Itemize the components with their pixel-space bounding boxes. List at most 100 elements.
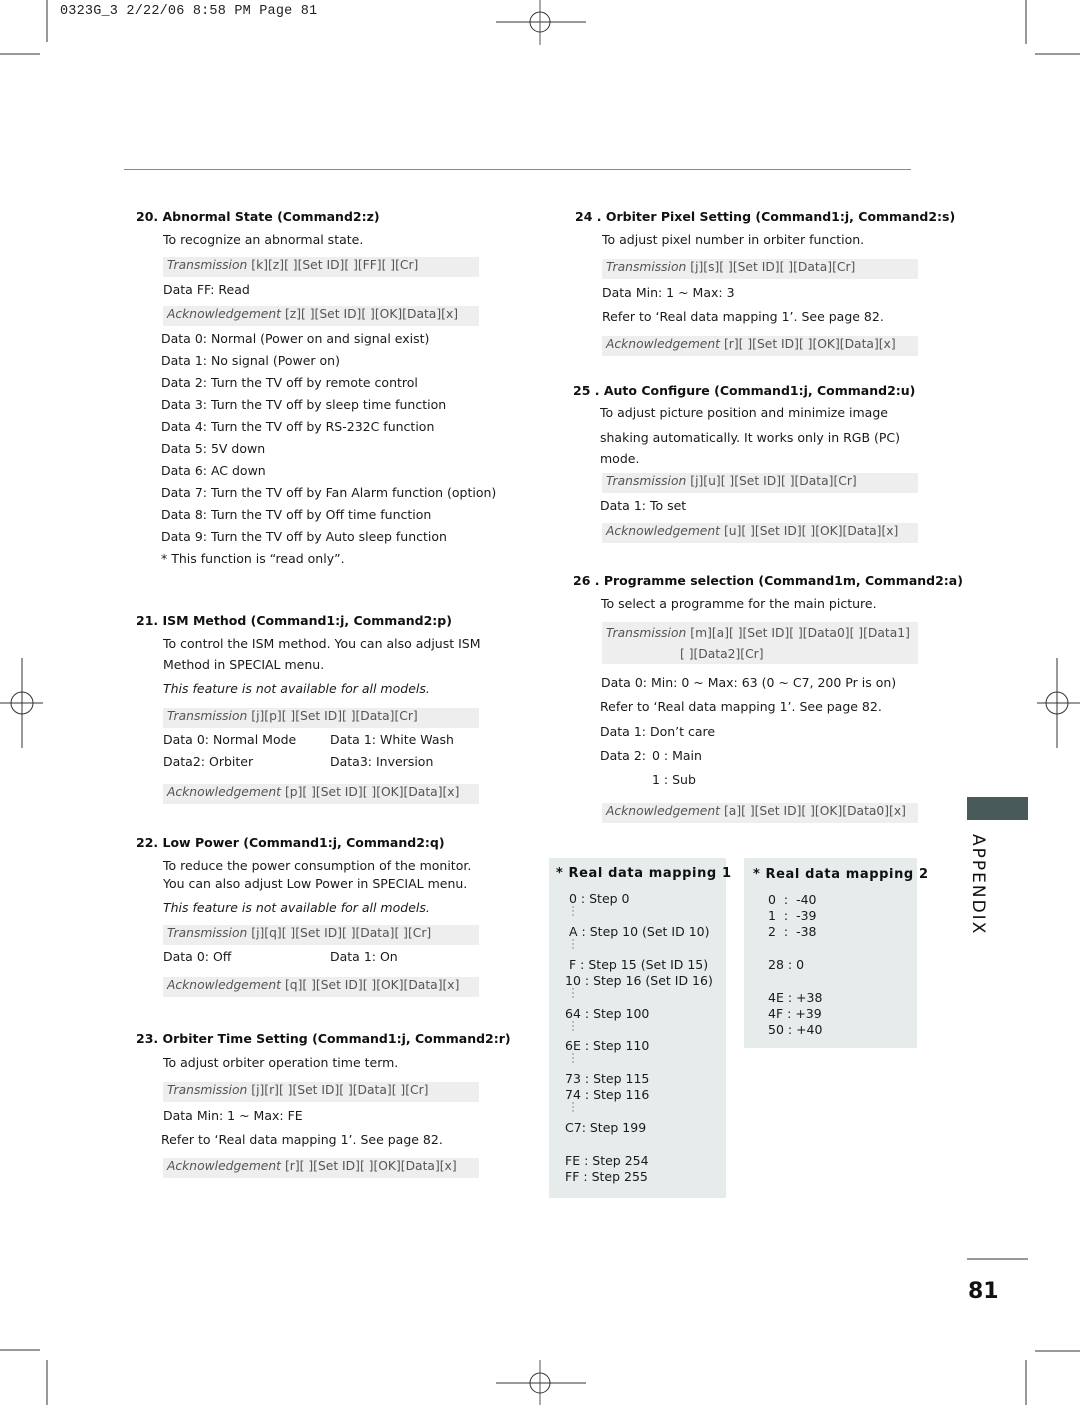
mapping-row: 0 : -40: [768, 892, 817, 907]
transmission-code: [j][r][ ][Set ID][ ][Data][ ][Cr]: [251, 1083, 429, 1097]
ellipsis-icon: · · ·: [571, 1050, 575, 1068]
acknowledgement-label: Acknowledgement: [606, 804, 720, 818]
mapping-reference: Refer to ‘Real data mapping 1’. See page…: [161, 1132, 443, 1147]
section-title-low-power: 22. Low Power (Command1:j, Command2:q): [136, 835, 445, 850]
acknowledgement-box: Acknowledgement [p][ ][Set ID][ ][OK][Dat…: [163, 784, 479, 804]
printer-slug: 0323G_3 2/22/06 8:58 PM Page 81: [60, 4, 318, 19]
mapping-row: A : Step 10 (Set ID 10): [569, 924, 710, 939]
section-description: To reduce the power consumption of the m…: [163, 858, 472, 873]
transmission-code: [j][p][ ][Set ID][ ][Data][Cr]: [251, 709, 418, 723]
data-option: 0 : Main: [652, 748, 702, 763]
section-description: shaking automatically. It works only in …: [600, 430, 901, 445]
acknowledgement-code: [u][ ][Set ID][ ][OK][Data][x]: [724, 524, 899, 538]
transmission-code: [j][s][ ][Set ID][ ][Data][Cr]: [690, 260, 856, 274]
acknowledgement-label: Acknowledgement: [606, 337, 720, 351]
data-read: Data FF: Read: [163, 282, 250, 297]
transmission-box: Transmission [j][s][ ][Set ID][ ][Data][C…: [602, 259, 918, 279]
section-description: mode.: [600, 451, 640, 466]
acknowledgement-code: [z][ ][Set ID][ ][OK][Data][x]: [285, 307, 459, 321]
acknowledgement-code: [p][ ][Set ID][ ][OK][Data][x]: [285, 785, 460, 799]
data-item: Data 1: On: [330, 949, 398, 964]
mapping-row: 50 : +40: [768, 1022, 823, 1037]
acknowledgement-code: [q][ ][Set ID][ ][OK][Data][x]: [285, 978, 460, 992]
data-range: Data Min: 1 ~ Max: 3: [602, 285, 735, 300]
section-description: To adjust picture position and minimize …: [600, 405, 888, 420]
registration-mark-icon: [496, 1360, 586, 1405]
crop-mark: [1035, 53, 1080, 55]
transmission-label: Transmission: [167, 926, 248, 940]
transmission-code: [m][a][ ][Set ID][ ][Data0][ ][Data1]: [690, 626, 910, 640]
mapping-row: FF : Step 255: [565, 1169, 648, 1184]
mapping-row: 74 : Step 116: [565, 1087, 650, 1102]
transmission-label: Transmission: [606, 260, 687, 274]
mapping-row: 10 : Step 16 (Set ID 16): [565, 973, 713, 988]
registration-mark-icon: [0, 658, 43, 748]
acknowledgement-code: [a][ ][Set ID][ ][OK][Data0][x]: [724, 804, 906, 818]
ellipsis-icon: · · ·: [571, 1018, 575, 1036]
mapping-row: 28 : 0: [768, 957, 805, 972]
header-rule: [124, 169, 911, 170]
transmission-box: Transmission [m][a][ ][Set ID][ ][Data0][…: [602, 622, 918, 664]
ellipsis-icon: · · ·: [571, 903, 575, 921]
registration-mark-icon: [1037, 658, 1080, 748]
mapping-reference: Refer to ‘Real data mapping 1’. See page…: [602, 309, 884, 324]
data-item: Data 0: Min: 0 ~ Max: 63 (0 ~ C7, 200 Pr…: [601, 675, 897, 690]
acknowledgement-label: Acknowledgement: [167, 307, 281, 321]
acknowledgement-label: Acknowledgement: [167, 978, 281, 992]
crop-mark: [46, 0, 48, 42]
data-option: 1 : Sub: [652, 772, 696, 787]
section-description: To recognize an abnormal state.: [163, 232, 364, 247]
data-item: Data 8: Turn the TV off by Off time func…: [161, 507, 432, 522]
crop-mark: [0, 1349, 40, 1351]
data-item: Data 0: Normal Mode: [163, 732, 297, 747]
data-item: Data 2: Turn the TV off by remote contro…: [161, 375, 418, 390]
mapping-row: 0 : Step 0: [569, 891, 630, 906]
section-description: To adjust orbiter operation time term.: [163, 1055, 399, 1070]
data-item: Data 6: AC down: [161, 463, 266, 478]
mapping-row: 4E : +38: [768, 990, 823, 1005]
mapping-row: F : Step 15 (Set ID 15): [569, 957, 709, 972]
transmission-box: Transmission [k][z][ ][Set ID][ ][FF][ ][…: [163, 257, 479, 277]
section-description: To adjust pixel number in orbiter functi…: [602, 232, 865, 247]
acknowledgement-code: [r][ ][Set ID][ ][OK][Data][x]: [724, 337, 896, 351]
transmission-code: [j][u][ ][Set ID][ ][Data][Cr]: [690, 474, 857, 488]
ellipsis-icon: · · ·: [571, 936, 575, 954]
section-title-orbiter-time: 23. Orbiter Time Setting (Command1:j, Co…: [136, 1031, 511, 1046]
crop-mark: [46, 1360, 48, 1405]
transmission-code: [ ][Data2][Cr]: [680, 647, 764, 661]
data-item: Data3: Inversion: [330, 754, 434, 769]
data-item: Data 7: Turn the TV off by Fan Alarm fun…: [161, 485, 497, 500]
data-item: Data 5: 5V down: [161, 441, 266, 456]
data-item: Data 1: To set: [600, 498, 687, 513]
data-item: Data 1: No signal (Power on): [161, 353, 340, 368]
mapping-row: 73 : Step 115: [565, 1071, 650, 1086]
acknowledgement-code: [r][ ][Set ID][ ][OK][Data][x]: [285, 1159, 457, 1173]
transmission-label: Transmission: [167, 258, 248, 272]
acknowledgement-box: Acknowledgement [z][ ][Set ID][ ][OK][Dat…: [163, 306, 479, 326]
page-number: 81: [968, 1279, 999, 1304]
section-title-auto-configure: 25 . Auto Configure (Command1:j, Command…: [573, 383, 916, 398]
section-description: Method in SPECIAL menu.: [163, 657, 325, 672]
transmission-box: Transmission [j][p][ ][Set ID][ ][Data][C…: [163, 708, 479, 728]
ellipsis-icon: · · ·: [571, 1099, 575, 1117]
data-item: Data 9: Turn the TV off by Auto sleep fu…: [161, 529, 447, 544]
crop-mark: [0, 53, 40, 55]
data-item: Data2: Orbiter: [163, 754, 254, 769]
transmission-label: Transmission: [606, 626, 687, 640]
read-only-note: * This function is “read only”.: [161, 551, 345, 566]
transmission-box: Transmission [j][r][ ][Set ID][ ][Data][ …: [163, 1082, 479, 1102]
transmission-code: [k][z][ ][Set ID][ ][FF][ ][Cr]: [251, 258, 419, 272]
acknowledgement-box: Acknowledgement [a][ ][Set ID][ ][OK][Dat…: [602, 803, 918, 823]
section-description: You can also adjust Low Power in SPECIAL…: [163, 876, 468, 891]
mapping-row: FE : Step 254: [565, 1153, 649, 1168]
transmission-label: Transmission: [167, 1083, 248, 1097]
data-range: Data Min: 1 ~ Max: FE: [163, 1108, 303, 1123]
acknowledgement-box: Acknowledgement [q][ ][Set ID][ ][OK][Dat…: [163, 977, 479, 997]
data-item: Data 0: Normal (Power on and signal exis…: [161, 331, 430, 346]
mapping-1-title: * Real data mapping 1: [556, 866, 732, 881]
availability-note: This feature is not available for all mo…: [163, 681, 430, 696]
crop-mark: [1035, 1350, 1080, 1352]
acknowledgement-label: Acknowledgement: [606, 524, 720, 538]
data-item: Data 1: White Wash: [330, 732, 454, 747]
appendix-tab-marker: [967, 797, 1028, 820]
